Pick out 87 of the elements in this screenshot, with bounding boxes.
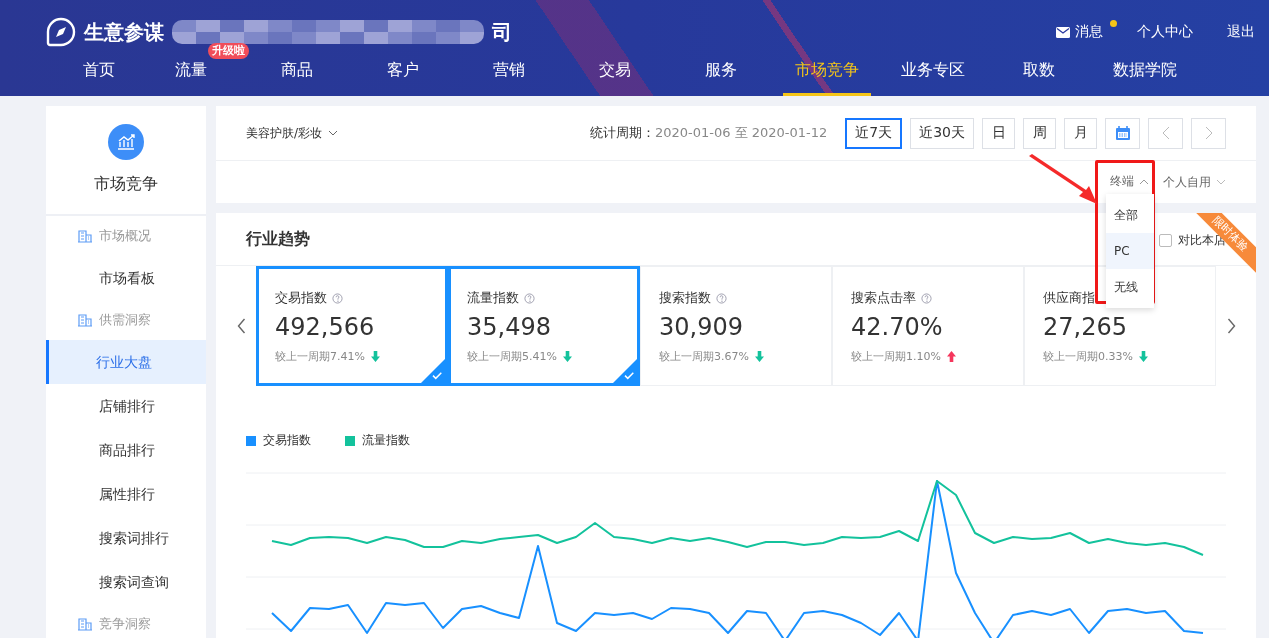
legend-label: 流量指数 [362, 432, 410, 449]
metric-change: 较上一周期0.33% [1043, 349, 1133, 364]
range-button[interactable]: 近7天 [845, 117, 903, 149]
nav-tab[interactable]: 商品 [269, 60, 325, 96]
nav-tab[interactable]: 营销 [481, 60, 537, 96]
chevron-left-icon [1161, 126, 1170, 140]
caret-icon [1216, 179, 1226, 185]
section-title: 行业趋势 [246, 228, 310, 250]
compare-checkbox[interactable] [1159, 234, 1172, 247]
metric-change: 较上一周期5.41% [467, 349, 557, 364]
nav-tab[interactable]: 服务 [693, 60, 749, 96]
compass-logo-icon [46, 17, 76, 47]
down-arrow-icon [370, 351, 380, 362]
metric-name: 搜索点击率 [851, 289, 916, 307]
metric-card[interactable]: 搜索指数 30,909 较上一周期3.67% [640, 266, 832, 386]
metric-value: 35,498 [467, 313, 552, 341]
metric-value: 30,909 [659, 313, 744, 341]
nav-tab[interactable]: 数据学院 [1101, 60, 1189, 96]
up-arrow-icon [946, 351, 956, 362]
sidebar-group-label: 供需洞察 [99, 311, 151, 329]
metric-change: 较上一周期1.10% [851, 349, 941, 364]
annotation-arrow [1027, 154, 1099, 206]
nav-tab[interactable]: 市场竞争 [783, 60, 871, 96]
metric-name: 交易指数 [275, 289, 327, 307]
sidebar-item[interactable]: 行业大盘 [46, 340, 206, 384]
chevron-right-icon [1226, 318, 1236, 334]
metric-card[interactable]: 搜索点击率 42.70% 较上一周期1.10% [832, 266, 1024, 386]
metric-value: 27,265 [1043, 313, 1128, 341]
nav-tab[interactable]: 业务专区 [889, 60, 977, 96]
metric-name: 搜索指数 [659, 289, 711, 307]
building-icon [78, 229, 92, 243]
sidebar-item[interactable]: 搜索词查询 [46, 560, 206, 604]
chevron-right-icon [1204, 126, 1213, 140]
caret-icon [328, 130, 339, 136]
range-button[interactable]: 日 [982, 117, 1015, 149]
range-button[interactable]: 近30天 [910, 117, 974, 149]
sidebar-item[interactable]: 搜索词排行 [46, 516, 206, 560]
nav-tab[interactable]: 交易 [587, 60, 643, 96]
check-corner-icon [613, 359, 637, 383]
brand-name: 生意参谋 [84, 18, 164, 46]
nav-tab[interactable]: 首页 [71, 60, 127, 96]
upgrade-badge: 升级啦 [208, 43, 249, 59]
calendar-button[interactable] [1105, 117, 1140, 149]
metric-value: 492,566 [275, 313, 376, 341]
menu-option[interactable]: 无线 [1106, 269, 1154, 305]
calendar-icon [1114, 125, 1131, 141]
building-icon [78, 617, 92, 631]
metric-change: 较上一周期7.41% [275, 349, 365, 364]
down-arrow-icon [754, 351, 764, 362]
metric-name: 流量指数 [467, 289, 519, 307]
mail-icon [1056, 26, 1070, 38]
sidebar-group-label: 竞争洞察 [99, 615, 151, 633]
nav-tab[interactable]: 客户 [375, 60, 431, 96]
caret-icon [1139, 178, 1149, 185]
usage-dropdown[interactable]: 个人自用 [1163, 173, 1226, 191]
chart-growth-icon [108, 124, 144, 160]
messages-link[interactable]: 消息 [1056, 23, 1103, 41]
chevron-left-icon [236, 318, 246, 334]
nav-tab[interactable]: 取数 [1011, 60, 1067, 96]
menu-option[interactable]: PC [1106, 233, 1154, 269]
sidebar-group-label: 市场概况 [99, 227, 151, 245]
sidebar-title: 市场竞争 [94, 174, 158, 195]
check-corner-icon [421, 359, 445, 383]
sidebar-item[interactable]: 属性排行 [46, 472, 206, 516]
sidebar-item[interactable]: 市场看板 [46, 256, 206, 300]
company-name: 司 [492, 18, 512, 46]
range-button[interactable]: 月 [1064, 117, 1097, 149]
building-icon [78, 313, 92, 327]
terminal-dropdown[interactable]: 终端 [1110, 173, 1149, 190]
metric-card[interactable]: 交易指数 492,566 较上一周期7.41% [256, 266, 448, 386]
category-dropdown[interactable]: 美容护肤/彩妆 [246, 124, 339, 142]
metric-value: 42.70% [851, 313, 944, 341]
nav-tab[interactable]: 流量 [163, 60, 219, 96]
header-link[interactable]: 个人中心 [1137, 23, 1193, 41]
down-arrow-icon [1138, 351, 1148, 362]
metric-card[interactable]: 流量指数 35,498 较上一周期5.41% [448, 266, 640, 386]
sidebar-item[interactable]: 店铺排行 [46, 384, 206, 428]
header-link[interactable]: 退出 [1227, 23, 1255, 41]
metric-change: 较上一周期3.67% [659, 349, 749, 364]
legend-label: 交易指数 [263, 432, 311, 449]
period-value: 2020-01-06 至 2020-01-12 [654, 124, 828, 142]
sidebar-item[interactable]: 商品排行 [46, 428, 206, 472]
menu-option[interactable]: 全部 [1106, 197, 1154, 233]
range-button[interactable]: 周 [1023, 117, 1056, 149]
down-arrow-icon [562, 351, 572, 362]
metric-name: 供应商指 [1043, 289, 1095, 307]
period-label: 统计周期： [589, 124, 655, 142]
